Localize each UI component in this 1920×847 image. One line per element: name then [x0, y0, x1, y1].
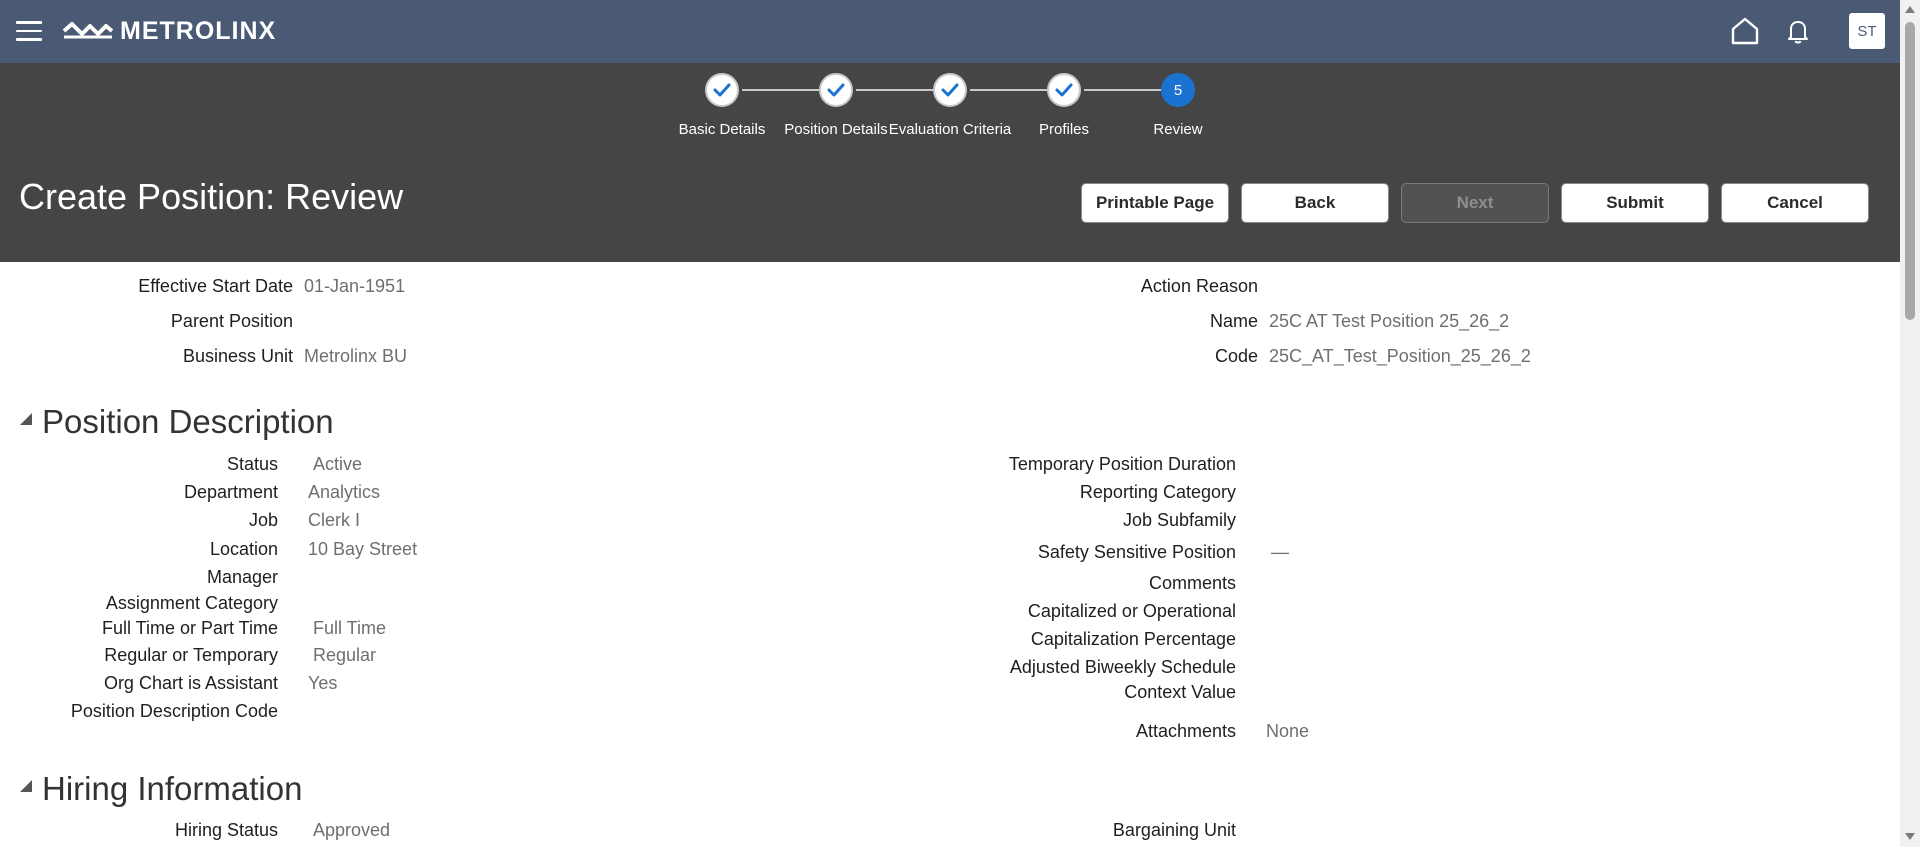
- action-reason-label: Action Reason: [1140, 276, 1258, 296]
- hiring-status-label: Hiring Status: [174, 820, 278, 840]
- collapse-triangle-icon[interactable]: [20, 780, 32, 792]
- status-label: Status: [226, 454, 278, 474]
- department-value: Analytics: [308, 482, 381, 502]
- parent-position-label: Parent Position: [170, 311, 293, 331]
- page-header: 5 Basic Details Position Details Evaluat…: [0, 63, 1900, 262]
- checkmark-icon: [827, 83, 845, 97]
- assignment-category-label: Assignment Category: [105, 593, 278, 613]
- job-value: Clerk I: [308, 510, 361, 530]
- page-title: Create Position: Review: [19, 176, 404, 217]
- train-stop-profiles[interactable]: [1047, 73, 1081, 107]
- business-unit-value: Metrolinx BU: [304, 346, 408, 366]
- effective-start-date-value: 01-Jan-1951: [304, 276, 406, 296]
- full-time-or-part-time-label: Full Time or Part Time: [101, 618, 278, 638]
- job-label: Job: [248, 510, 278, 530]
- business-unit-label: Business Unit: [182, 346, 293, 366]
- train-stop-review[interactable]: 5: [1161, 73, 1195, 107]
- train-label-basic-details[interactable]: Basic Details: [679, 121, 766, 138]
- location-label: Location: [209, 539, 278, 559]
- notifications-bell-icon[interactable]: [1782, 15, 1814, 47]
- checkmark-icon: [1055, 83, 1073, 97]
- train-label-profiles[interactable]: Profiles: [1039, 121, 1089, 138]
- capitalized-or-operational-label: Capitalized or Operational: [1027, 601, 1236, 621]
- printable-page-button[interactable]: Printable Page: [1081, 183, 1229, 223]
- collapse-triangle-icon[interactable]: [20, 413, 32, 425]
- bargaining-unit-label: Bargaining Unit: [1112, 820, 1236, 840]
- context-value-label: Context Value: [1124, 682, 1236, 702]
- attachments-label: Attachments: [1135, 721, 1236, 741]
- comments-label: Comments: [1148, 573, 1236, 593]
- position-description-code-label: Position Description Code: [70, 701, 278, 721]
- home-icon[interactable]: [1728, 14, 1762, 48]
- metrolinx-logo-mark: [62, 22, 114, 39]
- scrollbar-thumb[interactable]: [1905, 22, 1915, 320]
- menu-icon[interactable]: [16, 21, 42, 41]
- status-value: Active: [313, 454, 363, 474]
- safety-sensitive-position-value: —: [1271, 542, 1289, 562]
- regular-or-temporary-value: Regular: [313, 645, 377, 665]
- full-time-or-part-time-value: Full Time: [313, 618, 387, 638]
- checkmark-icon: [713, 83, 731, 97]
- org-chart-is-assistant-label: Org Chart is Assistant: [103, 673, 278, 693]
- regular-or-temporary-label: Regular or Temporary: [104, 645, 278, 665]
- process-train: 5 Basic Details Position Details Evaluat…: [0, 63, 1900, 143]
- scroll-down-arrow-icon[interactable]: [1905, 833, 1915, 840]
- cancel-button[interactable]: Cancel: [1721, 183, 1869, 223]
- train-label-position-details[interactable]: Position Details: [784, 121, 887, 138]
- train-label-evaluation-criteria[interactable]: Evaluation Criteria: [889, 121, 1012, 138]
- brand-name: METROLINX: [120, 16, 277, 45]
- effective-start-date-label: Effective Start Date: [138, 276, 293, 296]
- next-button: Next: [1401, 183, 1549, 223]
- train-stop-evaluation-criteria[interactable]: [933, 73, 967, 107]
- global-header: METROLINX ST: [0, 0, 1900, 63]
- hiring-status-value: Approved: [313, 820, 391, 840]
- code-value: 25C_AT_Test_Position_25_26_2: [1269, 346, 1531, 366]
- org-chart-is-assistant-value: Yes: [308, 673, 338, 693]
- submit-button[interactable]: Submit: [1561, 183, 1709, 223]
- department-label: Department: [183, 482, 278, 502]
- name-value: 25C AT Test Position 25_26_2: [1269, 311, 1510, 331]
- metrolinx-logo[interactable]: METROLINX: [62, 14, 276, 48]
- capitalization-percentage-label: Capitalization Percentage: [1030, 629, 1236, 649]
- review-content: Effective Start Date 01-Jan-1951 Parent …: [0, 262, 1900, 847]
- checkmark-icon: [941, 83, 959, 97]
- train-label-review[interactable]: Review: [1153, 121, 1202, 138]
- train-stop-position-details[interactable]: [819, 73, 853, 107]
- train-stop-basic-details[interactable]: [705, 73, 739, 107]
- manager-label: Manager: [206, 567, 278, 587]
- adjusted-biweekly-schedule-label: Adjusted Biweekly Schedule: [1009, 657, 1236, 677]
- safety-sensitive-position-label: Safety Sensitive Position: [1037, 542, 1236, 562]
- hiring-information-heading[interactable]: Hiring Information: [42, 770, 302, 808]
- vertical-scrollbar[interactable]: [1900, 0, 1920, 847]
- user-avatar[interactable]: ST: [1849, 13, 1885, 49]
- location-value: 10 Bay Street: [308, 539, 418, 559]
- attachments-value: None: [1266, 721, 1310, 741]
- temporary-position-duration-label: Temporary Position Duration: [1008, 454, 1236, 474]
- code-label: Code: [1214, 346, 1258, 366]
- scroll-up-arrow-icon[interactable]: [1905, 6, 1915, 13]
- name-label: Name: [1209, 311, 1258, 331]
- position-description-heading[interactable]: Position Description: [42, 403, 334, 441]
- reporting-category-label: Reporting Category: [1079, 482, 1236, 502]
- job-subfamily-label: Job Subfamily: [1122, 510, 1236, 530]
- back-button[interactable]: Back: [1241, 183, 1389, 223]
